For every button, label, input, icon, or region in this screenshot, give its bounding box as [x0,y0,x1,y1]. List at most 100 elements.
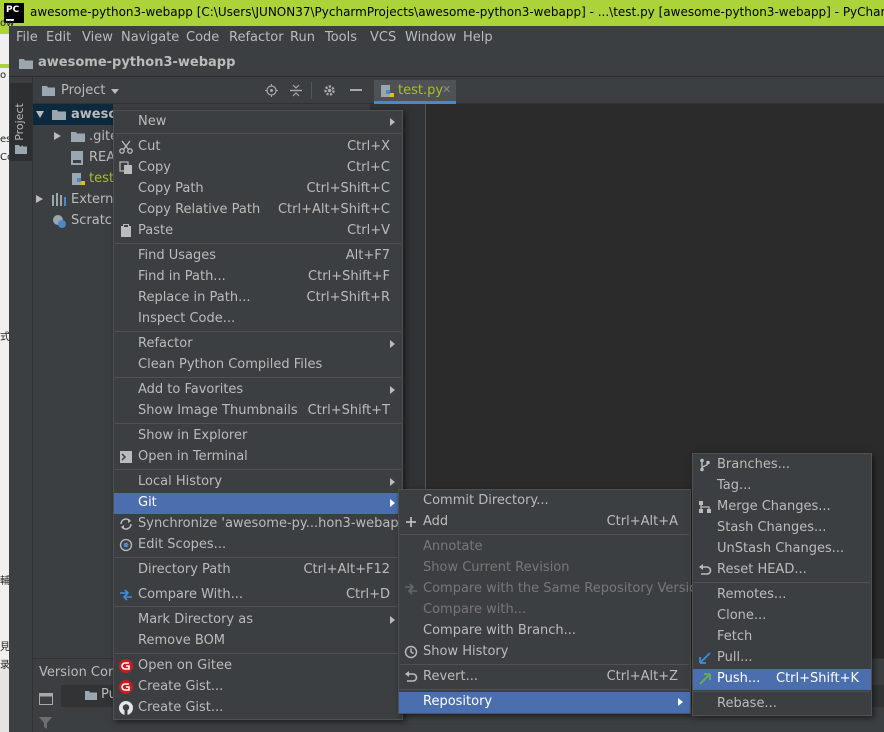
collapsed-arrow-icon[interactable] [54,132,61,140]
menu-item-inspect-code[interactable]: Inspect Code... [114,309,402,330]
menu-item-add-to-favorites[interactable]: Add to Favorites [114,380,402,401]
menu-item-commit-directory[interactable]: Commit Directory... [399,491,690,512]
menu-item-create-gist-github[interactable]: Create Gist... [114,698,402,719]
menu-item-clean-compiled[interactable]: Clean Python Compiled Files [114,355,402,376]
menu-item-copy-path[interactable]: Copy Path Ctrl+Shift+C [114,179,402,200]
md-file-icon [71,151,83,165]
menu-code[interactable]: Code [186,30,219,45]
menu-item-find-usages[interactable]: Find Usages Alt+F7 [114,246,402,267]
collapsed-arrow-icon[interactable] [36,195,43,203]
menu-item-remove-bom[interactable]: Remove BOM [114,631,402,652]
close-tab-icon[interactable]: ✕ [442,83,451,96]
menu-item-open-on-gitee[interactable]: Open on Gitee [114,656,402,677]
menu-help[interactable]: Help [463,30,493,45]
menu-item-show-thumbnails[interactable]: Show Image Thumbnails Ctrl+Shift+T [114,401,402,422]
plus-icon [406,517,416,527]
menu-window[interactable]: Window [405,30,456,45]
submenu-arrow-icon [678,698,683,706]
menu-item-tag[interactable]: Tag... [693,476,871,497]
menu-item-directory-path[interactable]: Directory Path Ctrl+Alt+F12 [114,560,402,581]
menu-item-show-history[interactable]: Show History [399,642,690,663]
tree-label: REA [89,150,116,165]
menu-item-reset-head[interactable]: Reset HEAD... [693,560,871,581]
menu-item-create-gist-gitee[interactable]: Create Gist... [114,677,402,698]
menu-item-revert[interactable]: Revert... Ctrl+Alt+Z [399,667,690,688]
menu-item-local-history[interactable]: Local History [114,472,402,493]
tree-item-gitee[interactable]: .gite [33,126,118,147]
menu-item-compare-with-branch[interactable]: Compare with Branch... [399,621,690,642]
locate-icon[interactable] [265,84,278,97]
menu-item-mark-directory[interactable]: Mark Directory as [114,610,402,631]
window-icon[interactable] [39,693,53,705]
menu-item-fetch[interactable]: Fetch [693,627,871,648]
bg-text: o [0,70,7,81]
menu-item-edit-scopes[interactable]: Edit Scopes... [114,535,402,556]
menu-item-rebase[interactable]: Rebase... [693,694,871,715]
menu-navigate[interactable]: Navigate [121,30,179,45]
menu-item-push[interactable]: Push... Ctrl+Shift+K [693,669,871,690]
menu-item-replace-in-path[interactable]: Replace in Path... Ctrl+Shift+R [114,288,402,309]
menu-item-remotes[interactable]: Remotes... [693,585,871,606]
menu-item-open-in-terminal[interactable]: Open in Terminal [114,447,402,468]
filter-icon[interactable] [39,717,52,729]
menu-item-pull[interactable]: Pull... [693,648,871,669]
menu-item-compare-with-revision[interactable]: Compare with... [399,600,690,621]
menu-run[interactable]: Run [290,30,315,45]
tree-item-root[interactable]: awesor [33,104,124,125]
menu-item-merge-changes[interactable]: Merge Changes... [693,497,871,518]
menu-item-repository[interactable]: Repository [399,692,690,713]
gitee-icon [119,680,133,694]
submenu-arrow-icon [390,616,395,624]
folder-icon [85,691,97,700]
folder-icon [52,110,66,120]
tree-item-external-libraries[interactable]: Externa [33,189,121,210]
menu-item-annotate[interactable]: Annotate [399,537,690,558]
revert-icon [405,671,418,682]
menu-tools[interactable]: Tools [325,30,357,45]
breadcrumb-project[interactable]: awesome-python3-webapp [38,55,235,70]
tree-item-scratches[interactable]: Scratch [33,210,120,231]
editor-tab-test-py[interactable]: test.py ✕ [374,80,456,104]
expand-arrow-icon[interactable] [36,111,44,118]
menu-view[interactable]: View [82,30,113,45]
copy-icon [119,161,132,174]
window-title: awesome-python3-webapp [C:\Users\JUNON37… [30,5,884,19]
menu-item-synchronize[interactable]: Synchronize 'awesome-py...hon3-webapp' [114,514,410,535]
menu-refactor[interactable]: Refactor [229,30,284,45]
collapse-all-icon[interactable] [290,84,302,97]
gear-icon[interactable] [323,84,336,97]
menu-item-new[interactable]: New [114,112,402,133]
submenu-arrow-icon [390,340,395,348]
project-view-title[interactable]: Project [61,83,105,98]
context-menu: New Cut Ctrl+X Copy Ctrl+C Copy Path Ctrl+S… [113,110,410,720]
python-file-icon [72,173,85,185]
menu-item-cut[interactable]: Cut Ctrl+X [114,137,402,158]
minimize-icon[interactable] [350,89,362,92]
menu-item-compare-same-repo[interactable]: Compare with the Same Repository Version [399,579,705,600]
menu-item-add[interactable]: Add Ctrl+Alt+A [399,512,690,533]
menu-item-find-in-path[interactable]: Find in Path... Ctrl+Shift+F [114,267,402,288]
folder-icon [15,145,27,154]
background-window-strip: ow o es Co 式 輔 見 录 [0,18,14,732]
tree-item-readme[interactable]: REA [33,147,116,168]
menu-item-copy[interactable]: Copy Ctrl+C [114,158,402,179]
chevron-down-icon[interactable] [111,89,119,94]
menu-file[interactable]: File [16,30,38,45]
menu-item-show-current-revision[interactable]: Show Current Revision [399,558,690,579]
navigation-bar: awesome-python3-webapp [9,50,884,77]
pull-icon [699,652,711,664]
menu-item-stash-changes[interactable]: Stash Changes... [693,518,871,539]
menu-item-show-in-explorer[interactable]: Show in Explorer [114,426,402,447]
menu-item-branches[interactable]: Branches... [693,455,871,476]
menu-item-refactor[interactable]: Refactor [114,334,402,355]
menu-item-paste[interactable]: Paste Ctrl+V [114,221,402,242]
menu-item-compare-with[interactable]: Compare With... Ctrl+D [114,585,402,606]
menu-item-clone[interactable]: Clone... [693,606,871,627]
tree-item-test-py[interactable]: test. [33,168,118,189]
menu-bar: File Edit View Navigate Code Refactor Ru… [9,26,884,50]
menu-item-unstash-changes[interactable]: UnStash Changes... [693,539,871,560]
menu-edit[interactable]: Edit [46,30,71,45]
menu-item-copy-relative-path[interactable]: Copy Relative Path Ctrl+Alt+Shift+C [114,200,402,221]
menu-vcs[interactable]: VCS [370,30,396,45]
menu-item-git[interactable]: Git [114,493,402,514]
